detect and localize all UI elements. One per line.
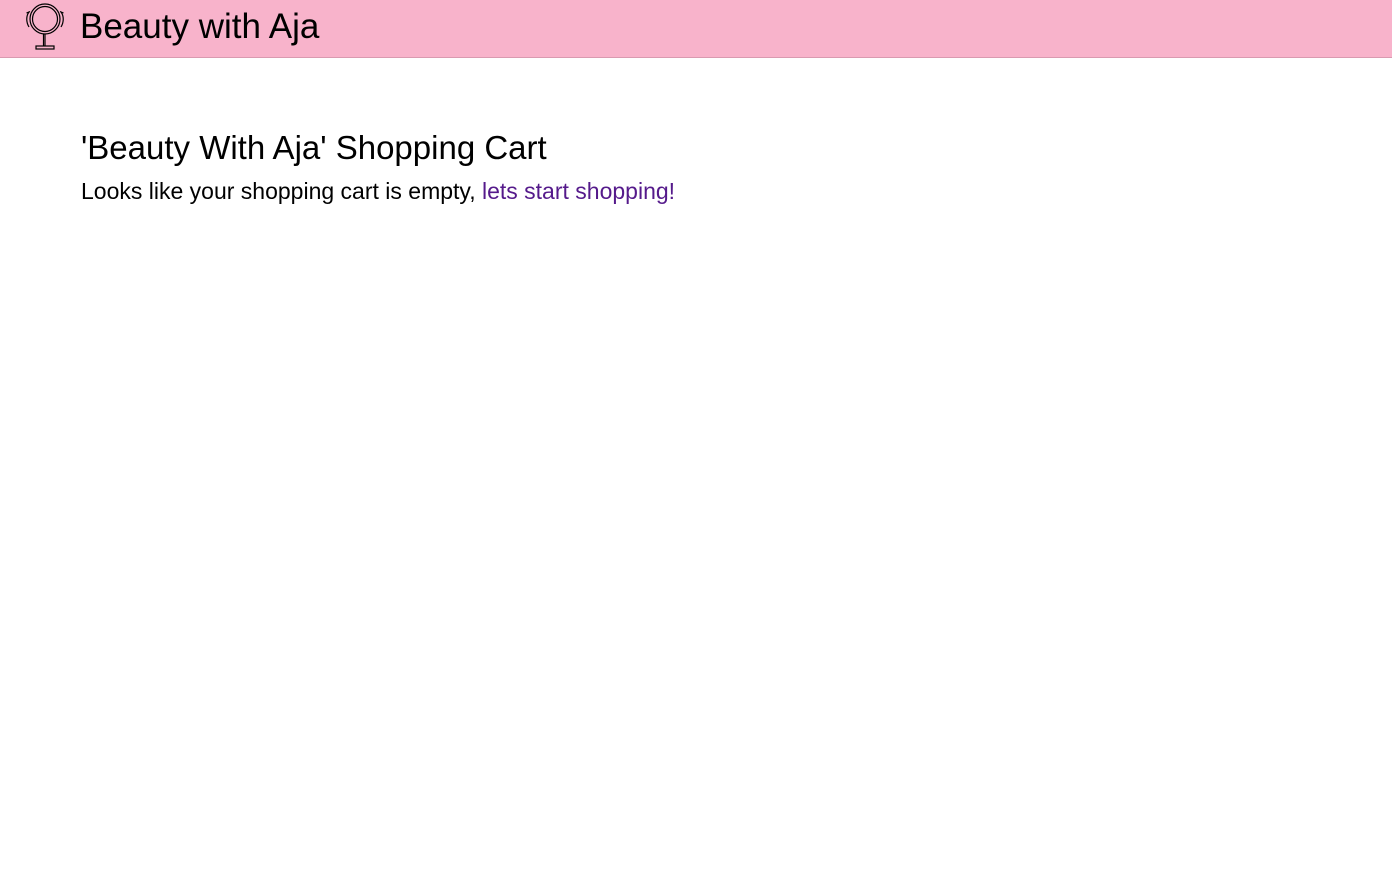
brand-name: Beauty with Aja (80, 7, 320, 46)
empty-cart-message: Looks like your shopping cart is empty, … (81, 176, 1281, 206)
cart-content: 'Beauty With Aja' Shopping Cart Looks li… (81, 126, 1281, 206)
start-shopping-link[interactable]: lets start shopping! (482, 178, 675, 204)
empty-cart-text: Looks like your shopping cart is empty, (81, 178, 482, 204)
site-header: Beauty with Aja (0, 0, 1392, 58)
vanity-mirror-icon (26, 3, 64, 50)
page-title: 'Beauty With Aja' Shopping Cart (81, 129, 547, 166)
home-link[interactable]: Beauty with Aja (24, 2, 319, 52)
